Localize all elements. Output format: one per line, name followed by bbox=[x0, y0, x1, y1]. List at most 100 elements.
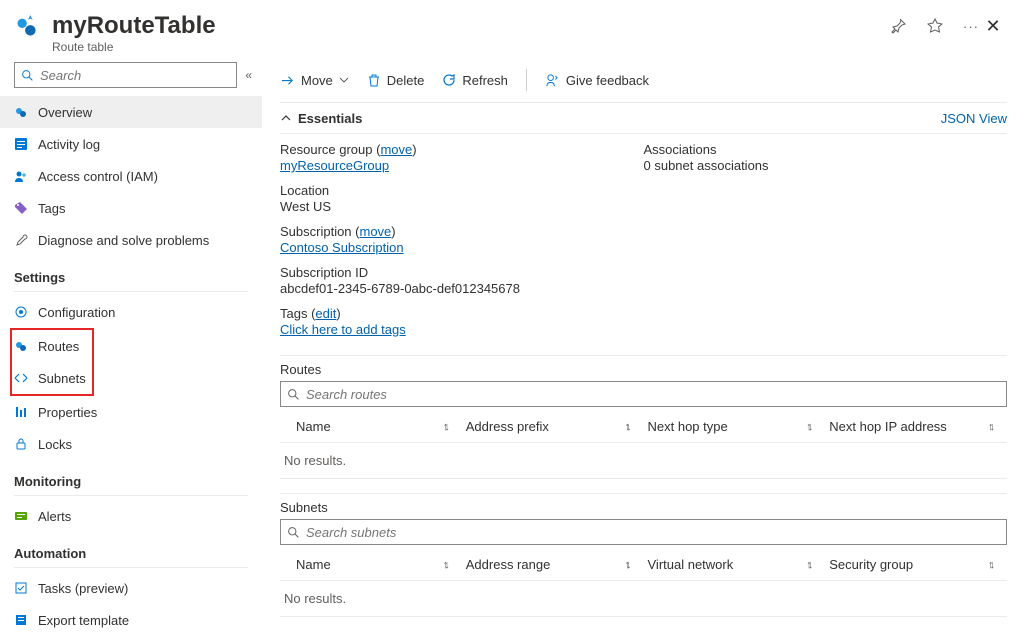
json-view-link[interactable]: JSON View bbox=[941, 111, 1007, 126]
sort-icon: ↑↓ bbox=[806, 559, 809, 571]
subnets-empty: No results. bbox=[280, 581, 1007, 617]
nav-tags[interactable]: Tags bbox=[0, 192, 262, 224]
col-header[interactable]: Next hop type↑↓ bbox=[644, 411, 826, 443]
feedback-label: Give feedback bbox=[566, 73, 649, 88]
nav-access-control[interactable]: Access control (IAM) bbox=[0, 160, 262, 192]
routes-search[interactable] bbox=[280, 381, 1007, 407]
nav-label: Configuration bbox=[38, 305, 115, 320]
main-panel: Move Delete Refresh Give feedback Essent… bbox=[262, 58, 1025, 636]
search-icon bbox=[287, 388, 300, 401]
nav-label: Routes bbox=[38, 339, 79, 354]
tags-add-link[interactable]: Click here to add tags bbox=[280, 322, 406, 337]
close-icon[interactable]: ✕ bbox=[981, 14, 1005, 38]
nav-label: Tasks (preview) bbox=[38, 581, 128, 596]
resource-group-label: Resource group bbox=[280, 142, 373, 157]
resource-group-link[interactable]: myResourceGroup bbox=[280, 158, 389, 173]
location-label: Location bbox=[280, 183, 644, 198]
arrow-right-icon bbox=[280, 73, 295, 88]
routes-icon bbox=[14, 339, 28, 353]
refresh-icon bbox=[442, 73, 456, 87]
trash-icon bbox=[367, 73, 381, 87]
routes-search-input[interactable] bbox=[306, 387, 1000, 402]
chevron-up-icon bbox=[280, 112, 292, 124]
col-header[interactable]: Name↑↓ bbox=[280, 549, 462, 581]
nav-properties[interactable]: Properties bbox=[0, 396, 262, 428]
refresh-button[interactable]: Refresh bbox=[442, 73, 508, 88]
tags-label: Tags bbox=[280, 306, 307, 321]
subscription-link[interactable]: Contoso Subscription bbox=[280, 240, 404, 255]
essentials-header[interactable]: Essentials JSON View bbox=[280, 102, 1007, 134]
col-header[interactable]: Security group↑↓ bbox=[825, 549, 1007, 581]
collapse-sidebar-icon[interactable]: « bbox=[245, 68, 252, 82]
feedback-button[interactable]: Give feedback bbox=[545, 73, 649, 88]
nav-label: Properties bbox=[38, 405, 97, 420]
properties-icon bbox=[14, 405, 28, 419]
col-header[interactable]: Address prefix↑↓ bbox=[462, 411, 644, 443]
star-icon[interactable] bbox=[925, 16, 945, 36]
search-icon bbox=[21, 69, 34, 82]
nav-label: Export template bbox=[38, 613, 129, 628]
tags-edit-link[interactable]: edit bbox=[315, 306, 336, 321]
subnets-search[interactable] bbox=[280, 519, 1007, 545]
sidebar-search-input[interactable] bbox=[40, 68, 230, 83]
nav-label: Subnets bbox=[38, 371, 86, 386]
col-header[interactable]: Name↑↓ bbox=[280, 411, 462, 443]
essentials-body: Resource group (move) myResourceGroup Lo… bbox=[280, 134, 1007, 349]
subscription-move-link[interactable]: move bbox=[360, 224, 392, 239]
resource-group-move-link[interactable]: move bbox=[380, 142, 412, 157]
lock-icon bbox=[14, 437, 28, 451]
tags-icon bbox=[14, 201, 28, 215]
sort-icon: ↑↓ bbox=[988, 421, 991, 433]
sort-icon: ↑↓ bbox=[625, 421, 628, 433]
nav-overview[interactable]: Overview bbox=[0, 96, 262, 128]
route-table-small-icon bbox=[14, 105, 28, 119]
section-settings-label: Settings bbox=[0, 256, 262, 287]
nav-activity-log[interactable]: Activity log bbox=[0, 128, 262, 160]
nav-label: Overview bbox=[38, 105, 92, 120]
move-button[interactable]: Move bbox=[280, 73, 349, 88]
page-subtitle: Route table bbox=[52, 40, 889, 54]
section-monitoring-label: Monitoring bbox=[0, 460, 262, 491]
chevron-down-icon bbox=[339, 75, 349, 85]
nav-routes[interactable]: Routes bbox=[12, 330, 92, 362]
diagnose-icon bbox=[14, 233, 28, 247]
toolbar: Move Delete Refresh Give feedback bbox=[280, 58, 1007, 102]
page-title: myRouteTable bbox=[52, 14, 889, 38]
nav-alerts[interactable]: Alerts bbox=[0, 500, 262, 532]
nav-export-template[interactable]: Export template bbox=[0, 604, 262, 636]
routes-table: Name↑↓ Address prefix↑↓ Next hop type↑↓ … bbox=[280, 411, 1007, 479]
col-header[interactable]: Address range↑↓ bbox=[462, 549, 644, 581]
refresh-label: Refresh bbox=[462, 73, 508, 88]
more-icon[interactable]: ··· bbox=[961, 16, 981, 36]
subnets-search-input[interactable] bbox=[306, 525, 1000, 540]
route-table-icon bbox=[14, 14, 42, 42]
delete-button[interactable]: Delete bbox=[367, 73, 425, 88]
subnets-table: Name↑↓ Address range↑↓ Virtual network↑↓… bbox=[280, 549, 1007, 617]
nav-label: Alerts bbox=[38, 509, 71, 524]
nav-tasks[interactable]: Tasks (preview) bbox=[0, 572, 262, 604]
col-header[interactable]: Virtual network↑↓ bbox=[644, 549, 826, 581]
sort-icon: ↑↓ bbox=[806, 421, 809, 433]
search-icon bbox=[287, 526, 300, 539]
subscription-id-value: abcdef01-2345-6789-0abc-def012345678 bbox=[280, 280, 644, 296]
associations-value: 0 subnet associations bbox=[644, 157, 1008, 173]
routes-empty: No results. bbox=[280, 443, 1007, 479]
tasks-icon bbox=[14, 581, 28, 595]
nav-diagnose[interactable]: Diagnose and solve problems bbox=[0, 224, 262, 256]
associations-label: Associations bbox=[644, 142, 1008, 157]
access-control-icon bbox=[14, 169, 28, 183]
routes-title: Routes bbox=[280, 355, 1007, 381]
page-header: myRouteTable Route table ··· ✕ bbox=[0, 0, 1025, 58]
sidebar-search[interactable] bbox=[14, 62, 237, 88]
nav-subnets[interactable]: Subnets bbox=[12, 362, 92, 394]
col-header[interactable]: Next hop IP address↑↓ bbox=[825, 411, 1007, 443]
pin-icon[interactable] bbox=[889, 16, 909, 36]
nav-configuration[interactable]: Configuration bbox=[0, 296, 262, 328]
nav-locks[interactable]: Locks bbox=[0, 428, 262, 460]
nav-label: Locks bbox=[38, 437, 72, 452]
nav-label: Diagnose and solve problems bbox=[38, 233, 209, 248]
feedback-icon bbox=[545, 73, 560, 88]
highlight-box: Routes Subnets bbox=[10, 328, 94, 396]
nav-label: Access control (IAM) bbox=[38, 169, 158, 184]
section-automation-label: Automation bbox=[0, 532, 262, 563]
